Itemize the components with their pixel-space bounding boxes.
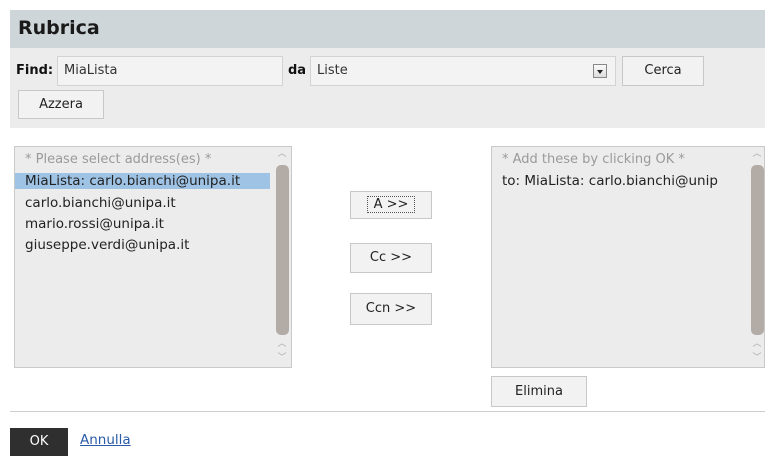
cancel-link[interactable]: Annulla xyxy=(80,432,131,448)
find-label: Find: xyxy=(16,63,54,78)
add-to-button[interactable]: A >> xyxy=(350,191,432,219)
scroll-down-icon[interactable]: ﹀ xyxy=(751,353,763,363)
add-bcc-button[interactable]: Ccn >> xyxy=(350,293,432,325)
recipients-list-scrollbar[interactable]: ︿ ︿ ﹀ xyxy=(748,147,764,367)
chevron-down-icon[interactable] xyxy=(593,64,607,78)
recipients-list-placeholder: * Add these by clicking OK * xyxy=(502,152,685,167)
add-to-label: A >> xyxy=(366,196,416,213)
ok-button[interactable]: OK xyxy=(10,428,68,456)
footer: OK Annulla xyxy=(10,411,765,456)
search-panel: Find: MiaLista da Liste Cerca Azzera xyxy=(10,48,765,128)
delete-button[interactable]: Elimina xyxy=(491,376,587,407)
list-item[interactable]: mario.rossi@unipa.it xyxy=(25,216,164,232)
find-input[interactable]: MiaLista xyxy=(57,56,283,86)
source-select-value: Liste xyxy=(317,63,348,78)
list-item[interactable]: to: MiaLista: carlo.bianchi@unip xyxy=(502,173,718,189)
scroll-up-icon[interactable]: ︿ xyxy=(276,149,288,159)
scroll-up-icon[interactable]: ︿ xyxy=(276,339,288,349)
add-cc-button[interactable]: Cc >> xyxy=(350,243,432,273)
source-select[interactable]: Liste xyxy=(310,56,616,86)
scrollbar-thumb[interactable] xyxy=(276,165,289,335)
list-item[interactable]: carlo.bianchi@unipa.it xyxy=(25,195,176,211)
address-list-placeholder: * Please select address(es) * xyxy=(25,152,212,167)
title-bar: Rubrica xyxy=(10,10,765,48)
address-list-scrollbar[interactable]: ︿ ︿ ﹀ xyxy=(273,147,291,367)
da-label: da xyxy=(288,63,307,78)
reset-button[interactable]: Azzera xyxy=(18,90,104,119)
scrollbar-thumb[interactable] xyxy=(751,165,764,335)
scroll-up-icon[interactable]: ︿ xyxy=(751,339,763,349)
address-panel: * Please select address(es) * MiaLista: … xyxy=(10,128,765,411)
address-list[interactable]: * Please select address(es) * MiaLista: … xyxy=(14,146,292,368)
recipients-list[interactable]: * Add these by clicking OK * to: MiaList… xyxy=(491,146,765,368)
list-item[interactable]: MiaLista: carlo.bianchi@unipa.it xyxy=(15,173,270,189)
scroll-up-icon[interactable]: ︿ xyxy=(751,149,763,159)
search-button[interactable]: Cerca xyxy=(622,56,704,86)
list-item[interactable]: giuseppe.verdi@unipa.it xyxy=(25,237,189,253)
window-title: Rubrica xyxy=(18,17,100,39)
scroll-down-icon[interactable]: ﹀ xyxy=(276,353,288,363)
